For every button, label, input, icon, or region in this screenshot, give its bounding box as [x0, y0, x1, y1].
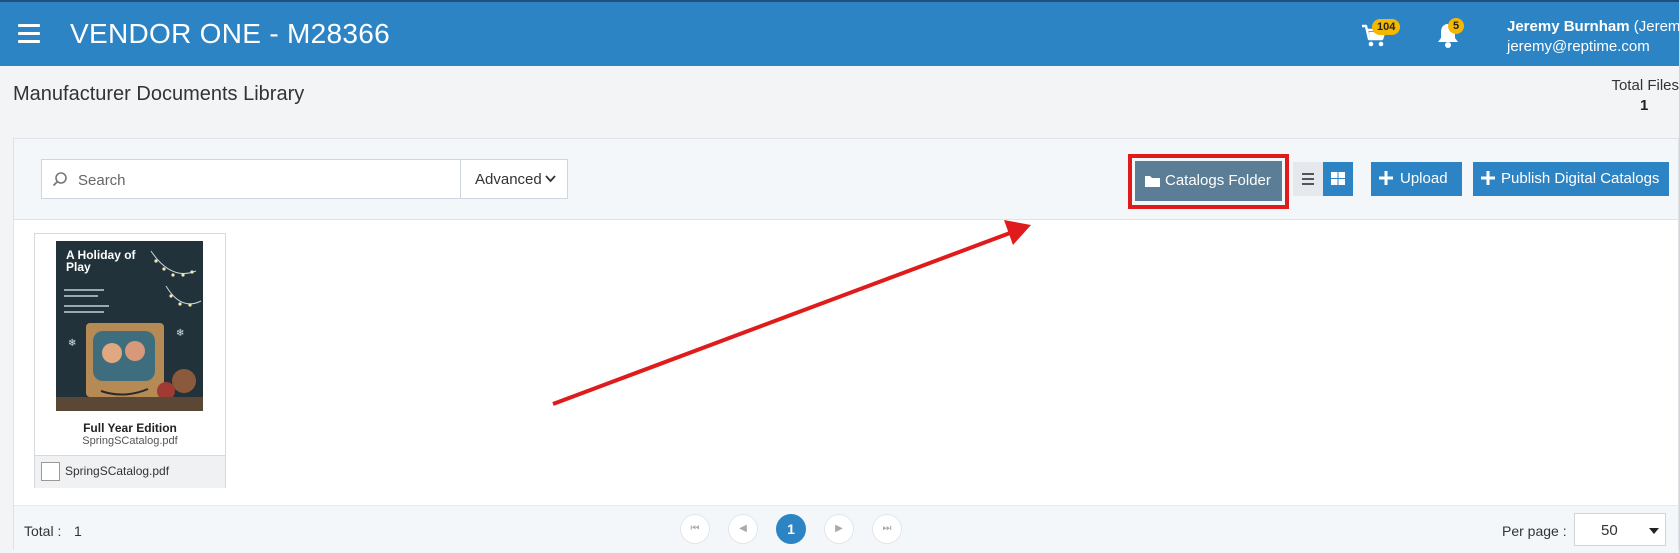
svg-text:❄: ❄ [176, 328, 184, 339]
upload-label: Upload [1400, 170, 1448, 187]
last-page-icon: ⏭ [882, 523, 892, 534]
publish-label: Publish Digital Catalogs [1501, 170, 1660, 187]
last-page-button[interactable]: ⏭ [872, 514, 902, 544]
hamburger-menu-icon[interactable] [18, 24, 40, 43]
total-value: 1 [74, 523, 82, 539]
cart-count-badge: 104 [1372, 19, 1401, 35]
document-file-name: SpringSCatalog.pdf [82, 435, 178, 447]
advanced-label: Advanced [475, 171, 542, 188]
catalogs-folder-label: Catalogs Folder [1165, 172, 1271, 189]
user-name[interactable]: Jeremy Burnham (Jeremy [1507, 18, 1679, 35]
pagination-bar: Total : 1 ⏮ ◀ 1 ▶ ⏭ Per page : 50 [14, 505, 1678, 551]
search-icon [52, 172, 67, 187]
document-card-footer: SpringSCatalog.pdf [35, 455, 225, 488]
catalogs-folder-button[interactable]: Catalogs Folder [1135, 161, 1282, 201]
catalog-thumbnail[interactable]: ❄ ❄ A Holiday of Play [56, 241, 203, 411]
total-files-value: 1 [1640, 97, 1649, 114]
toolbar: Advanced Catalogs Folder [14, 139, 1678, 220]
search-input[interactable] [76, 161, 460, 199]
total-label: Total : [24, 523, 62, 539]
thumbnail-title: A Holiday of Play [66, 248, 136, 274]
document-title: Full Year Edition [83, 421, 177, 435]
per-page-select[interactable]: 50 [1574, 513, 1666, 546]
folder-icon [1145, 176, 1160, 187]
bell-icon[interactable]: 5 [1435, 18, 1465, 50]
list-view-toggle[interactable] [1293, 162, 1323, 196]
document-footer-name: SpringSCatalog.pdf [65, 464, 170, 478]
advanced-search-dropdown[interactable]: Advanced [461, 159, 568, 199]
prev-page-icon: ◀ [739, 523, 747, 534]
search-box [41, 159, 461, 199]
page-title: Manufacturer Documents Library [13, 83, 305, 105]
first-page-icon: ⏮ [690, 523, 700, 534]
plus-icon [1379, 171, 1393, 185]
list-icon [1302, 173, 1314, 185]
next-page-button[interactable]: ▶ [824, 514, 854, 544]
cart-icon[interactable]: 104 [1361, 19, 1401, 49]
top-navbar: VENDOR ONE - M28366 104 5 Jeremy Burnham… [0, 0, 1679, 66]
upload-button[interactable]: Upload [1371, 162, 1462, 196]
app-title: VENDOR ONE - M28366 [70, 18, 391, 49]
document-card[interactable]: ❄ ❄ A Holiday of Play Full Year Edition … [34, 233, 226, 488]
prev-page-button[interactable]: ◀ [728, 514, 758, 544]
publish-digital-catalogs-button[interactable]: Publish Digital Catalogs [1473, 162, 1669, 196]
caret-down-icon [1649, 528, 1659, 534]
plus-icon [1481, 171, 1495, 185]
svg-text:❄: ❄ [68, 338, 76, 349]
next-page-icon: ▶ [835, 523, 843, 534]
total-files-label: Total Files [1611, 77, 1679, 94]
grid-icon [1331, 172, 1345, 185]
notification-count-badge: 5 [1448, 18, 1465, 34]
per-page-label: Per page : [1502, 523, 1567, 539]
document-select-checkbox[interactable] [41, 462, 60, 481]
page-1-button[interactable]: 1 [776, 514, 806, 544]
first-page-button[interactable]: ⏮ [680, 514, 710, 544]
per-page-value: 50 [1601, 522, 1618, 539]
grid-view-toggle[interactable] [1323, 162, 1353, 196]
chevron-down-icon [545, 175, 556, 183]
user-email: jeremy@reptime.com [1507, 38, 1650, 55]
documents-panel: Advanced Catalogs Folder [13, 138, 1679, 551]
